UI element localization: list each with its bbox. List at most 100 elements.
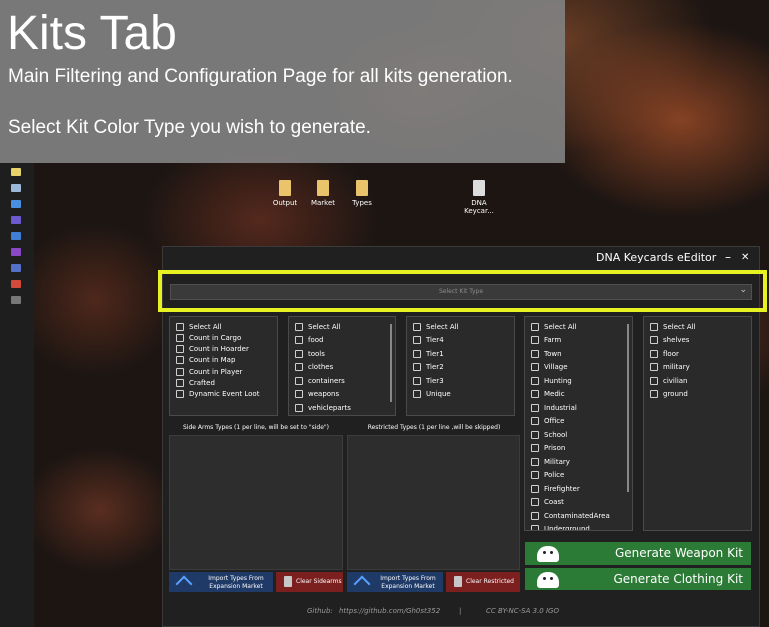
- side-arms-textarea[interactable]: [169, 435, 343, 570]
- checkbox-item[interactable]: Select All: [650, 321, 696, 332]
- checkbox-item[interactable]: containers: [295, 375, 345, 386]
- checkbox-item[interactable]: Military: [531, 456, 570, 467]
- checkbox-icon[interactable]: [176, 345, 184, 354]
- checkbox-item[interactable]: Police: [531, 470, 564, 481]
- minimize-button[interactable]: –: [725, 250, 731, 264]
- checkbox-icon[interactable]: [413, 322, 421, 331]
- checkbox-icon[interactable]: [295, 322, 303, 331]
- checkbox-item[interactable]: tools: [295, 348, 325, 359]
- checkbox-item[interactable]: Count in Hoarder: [176, 344, 249, 355]
- checkbox-icon[interactable]: [531, 471, 539, 479]
- clear-sidearms-button[interactable]: Clear Sidearms: [276, 572, 343, 592]
- checkbox-icon[interactable]: [295, 336, 303, 344]
- scrollbar[interactable]: [390, 324, 392, 402]
- checkbox-item[interactable]: Select All: [295, 321, 341, 332]
- checkbox-icon[interactable]: [531, 511, 539, 520]
- checkbox-item[interactable]: Village: [531, 362, 568, 373]
- checkbox-icon[interactable]: [176, 322, 184, 331]
- checkbox-item[interactable]: Count in Map: [176, 355, 235, 366]
- checkbox-icon[interactable]: [650, 322, 658, 331]
- checkbox-icon[interactable]: [176, 390, 184, 399]
- desktop-icon-dna-keycards[interactable]: DNA Keycar...: [457, 180, 501, 215]
- restricted-textarea[interactable]: [347, 435, 520, 570]
- checkbox-item[interactable]: Tier1: [413, 348, 444, 359]
- checkbox-item[interactable]: School: [531, 429, 567, 440]
- checkbox-icon[interactable]: [531, 457, 539, 466]
- checkbox-item[interactable]: floor: [650, 348, 679, 359]
- checkbox-item[interactable]: Coast: [531, 497, 564, 508]
- import-restricted-button[interactable]: Import Types From Expansion Market: [347, 572, 443, 593]
- checkbox-item[interactable]: Count in Cargo: [176, 332, 241, 343]
- checkbox-icon[interactable]: [413, 336, 421, 344]
- checkbox-icon[interactable]: [531, 525, 539, 530]
- checkbox-item[interactable]: ground: [650, 389, 688, 400]
- checkbox-icon[interactable]: [531, 336, 539, 344]
- checkbox-icon[interactable]: [531, 376, 539, 385]
- checkbox-item[interactable]: Firefighter: [531, 483, 580, 494]
- taskbar-app-icon[interactable]: [11, 232, 21, 240]
- checkbox-item[interactable]: Tier3: [413, 375, 444, 386]
- checkbox-item[interactable]: Tier4: [413, 335, 444, 346]
- taskbar-app-icon[interactable]: [11, 184, 21, 192]
- checkbox-icon[interactable]: [531, 322, 539, 331]
- checkbox-item[interactable]: Town: [531, 348, 562, 359]
- taskbar-app-icon[interactable]: [11, 296, 21, 304]
- taskbar-app-icon[interactable]: [11, 248, 21, 256]
- generate-clothing-kit-button[interactable]: Generate Clothing Kit: [525, 568, 751, 590]
- checkbox-item[interactable]: Tier2: [413, 362, 444, 373]
- checkbox-item[interactable]: weapons: [295, 389, 339, 400]
- close-button[interactable]: ✕: [741, 252, 749, 263]
- checkbox-item[interactable]: Crafted: [176, 378, 215, 389]
- taskbar-app-icon[interactable]: [11, 264, 21, 272]
- checkbox-item[interactable]: clothes: [295, 362, 333, 373]
- checkbox-icon[interactable]: [176, 356, 184, 365]
- checkbox-item[interactable]: Prison: [531, 443, 565, 454]
- taskbar-app-icon[interactable]: [11, 200, 21, 208]
- checkbox-icon[interactable]: [295, 376, 303, 385]
- checkbox-icon[interactable]: [531, 403, 539, 412]
- checkbox-icon[interactable]: [650, 363, 658, 371]
- checkbox-icon[interactable]: [531, 484, 539, 493]
- checkbox-icon[interactable]: [295, 363, 303, 371]
- checkbox-item[interactable]: Industrial: [531, 402, 577, 413]
- checkbox-icon[interactable]: [413, 376, 421, 385]
- checkbox-icon[interactable]: [413, 390, 421, 398]
- checkbox-icon[interactable]: [176, 333, 184, 342]
- checkbox-item[interactable]: Select All: [531, 321, 577, 332]
- taskbar-app-icon[interactable]: [11, 280, 21, 288]
- checkbox-icon[interactable]: [295, 349, 303, 358]
- checkbox-item[interactable]: Farm: [531, 335, 561, 346]
- desktop-icon-market[interactable]: Market: [301, 180, 345, 207]
- taskbar-app-icon[interactable]: [11, 216, 21, 224]
- checkbox-icon[interactable]: [650, 390, 658, 398]
- checkbox-icon[interactable]: [650, 349, 658, 358]
- clear-restricted-button[interactable]: Clear Restricted: [446, 572, 520, 592]
- scrollbar[interactable]: [627, 324, 629, 492]
- checkbox-icon[interactable]: [295, 403, 303, 412]
- checkbox-icon[interactable]: [295, 390, 303, 398]
- checkbox-item[interactable]: Hunting: [531, 375, 572, 386]
- checkbox-item[interactable]: Underground: [531, 524, 590, 530]
- checkbox-item[interactable]: ContaminatedArea: [531, 510, 610, 521]
- checkbox-icon[interactable]: [650, 376, 658, 385]
- checkbox-icon[interactable]: [413, 363, 421, 371]
- checkbox-item[interactable]: Dynamic Event Loot: [176, 389, 259, 400]
- checkbox-icon[interactable]: [176, 367, 184, 376]
- checkbox-item[interactable]: Medic: [531, 389, 565, 400]
- checkbox-icon[interactable]: [531, 390, 539, 398]
- checkbox-icon[interactable]: [531, 417, 539, 425]
- checkbox-item[interactable]: Unique: [413, 389, 451, 400]
- checkbox-item[interactable]: Office: [531, 416, 564, 427]
- checkbox-icon[interactable]: [531, 349, 539, 358]
- checkbox-icon[interactable]: [531, 444, 539, 452]
- github-link[interactable]: https://github.com/Gh0st352: [339, 607, 440, 615]
- checkbox-item[interactable]: shelves: [650, 335, 689, 346]
- checkbox-item[interactable]: civilian: [650, 375, 688, 386]
- checkbox-icon[interactable]: [531, 363, 539, 371]
- checkbox-item[interactable]: Select All: [176, 321, 222, 332]
- checkbox-item[interactable]: military: [650, 362, 690, 373]
- import-sidearms-button[interactable]: Import Types From Expansion Market: [169, 572, 273, 593]
- checkbox-icon[interactable]: [650, 336, 658, 344]
- taskbar-app-icon[interactable]: [11, 168, 21, 176]
- checkbox-icon[interactable]: [531, 430, 539, 439]
